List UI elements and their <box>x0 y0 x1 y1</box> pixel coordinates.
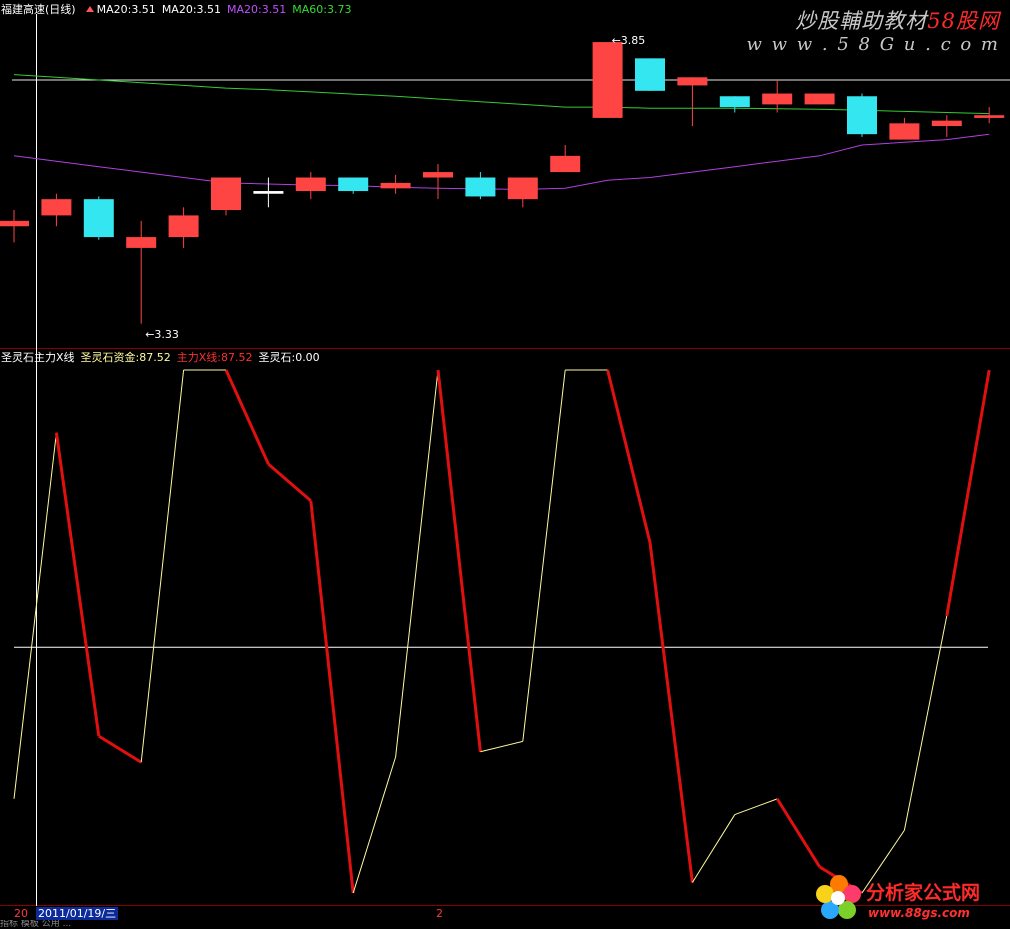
upper-indicator-header: 福建高速(日线) MA20:3.51 MA20:3.51 MA20:3.51 MA60:… <box>1 3 357 16</box>
date-prefix: 20 <box>14 907 28 920</box>
candle-body <box>338 177 369 192</box>
candle-body <box>719 96 750 108</box>
candle-body <box>762 93 793 105</box>
ma-purple-line <box>13 133 990 190</box>
candle-body <box>507 177 538 200</box>
indicator-title: 圣灵石主力X线 <box>1 351 75 364</box>
price-annotation: ←3.33 <box>145 328 179 341</box>
candle-body <box>592 42 623 118</box>
ma-label-a: MA20:3.51 <box>96 3 156 16</box>
osc-segment <box>648 542 694 883</box>
ma-label-c: MA20:3.51 <box>227 3 287 16</box>
candle-body <box>168 215 199 238</box>
osc-segment <box>734 798 778 816</box>
date-axis-bar: 20 2011/01/19/三 2 <box>0 906 1010 920</box>
candle-body <box>126 237 157 248</box>
lower-indicator-header: 圣灵石主力X线 圣灵石资金:87.52 主力X线:87.52 圣灵石:0.00 <box>1 351 326 364</box>
osc-segment <box>395 369 439 758</box>
watermark-title-b: 58股网 <box>927 9 1000 33</box>
ma-label-d: MA60:3.73 <box>292 3 352 16</box>
osc-segment <box>522 369 566 742</box>
price-annotation: ←3.85 <box>612 34 646 47</box>
osc-segment <box>13 432 57 799</box>
bar-marker: 2 <box>436 907 443 920</box>
osc-segment <box>945 369 991 617</box>
stock-title: 福建高速(日线) <box>1 3 76 16</box>
cursor-date-label: 2011/01/19/三 <box>36 907 119 920</box>
candle-body <box>804 93 835 105</box>
candle-body <box>635 58 665 91</box>
candle-body <box>974 115 1005 118</box>
up-arrow-icon <box>85 6 94 12</box>
candle-body <box>295 177 326 192</box>
candle-body <box>677 77 708 86</box>
candle-body <box>550 155 581 173</box>
osc-segment <box>98 734 142 764</box>
candle-body <box>465 177 496 197</box>
osc-segment <box>436 369 482 752</box>
candle-body <box>83 199 114 238</box>
ma-label-b: MA20:3.51 <box>161 3 222 16</box>
osc-segment <box>54 432 101 737</box>
footer-tab-strip[interactable]: 指标 模板 公用 ... <box>0 920 1010 929</box>
candle-body <box>211 177 241 210</box>
candle-body <box>41 199 72 216</box>
osc-segment <box>267 463 312 502</box>
osc-segment <box>309 500 355 894</box>
candle-body <box>931 120 962 127</box>
osc-segment <box>140 369 185 763</box>
osc-segment <box>352 756 397 894</box>
chart-canvas: ←3.85 ←3.33 <box>0 14 1010 906</box>
indicator-zhuli: 主力X线:87.52 <box>176 351 253 364</box>
candle-body <box>253 191 284 194</box>
watermark-58gu: 炒股輔助教材58股网 w w w . 5 8 G u . c o m <box>747 2 1004 58</box>
watermark2-title: 分析家公式网 <box>866 882 981 904</box>
watermark-title: 炒股輔助教材58股网 <box>795 5 1000 35</box>
indicator-zijin: 圣灵石资金:87.52 <box>80 351 171 364</box>
osc-segment <box>691 814 736 883</box>
candle-body <box>847 96 877 135</box>
osc-segment <box>775 798 821 868</box>
indicator-stone: 圣灵石:0.00 <box>258 351 320 364</box>
candle-body <box>889 123 920 140</box>
watermark-title-a: 炒股輔助教材 <box>795 9 928 33</box>
candle-body <box>380 182 411 189</box>
osc-segment <box>903 615 948 831</box>
osc-segment <box>224 369 270 465</box>
candle-body <box>0 220 29 227</box>
watermark-url: w w w . 5 8 G u . c o m <box>746 34 1000 55</box>
osc-segment <box>480 740 523 753</box>
osc-segment <box>606 369 652 543</box>
candle-body <box>423 172 453 178</box>
